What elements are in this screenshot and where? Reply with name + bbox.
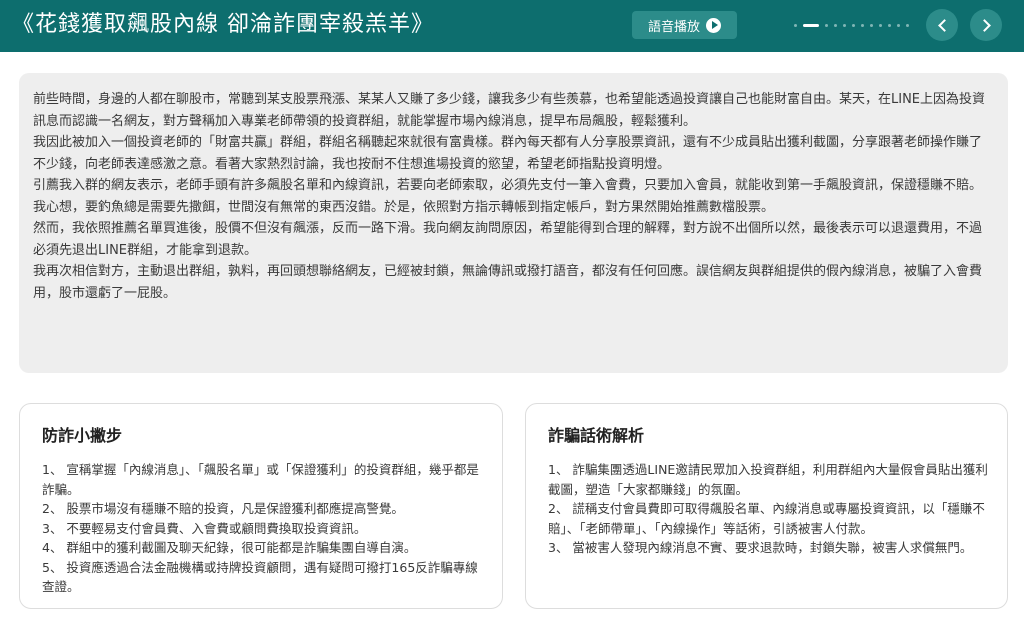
analysis-item: 3、 當被害人發現內線消息不實、要求退款時，封鎖失聯，被害人求償無門。: [548, 540, 973, 555]
story-panel: 前些時間，身邊的人都在聊股市，常聽到某支股票飛漲、某某人又賺了多少錢，讓我多少有…: [19, 73, 1008, 373]
analysis-item: 2、 謊稱支付會員費即可取得飆股名單、內線消息或專屬投資資訊，以「穩賺不賠」、「…: [548, 501, 985, 536]
page-title: 《花錢獲取飆股內線 卻淪詐團宰殺羔羊》: [12, 12, 434, 37]
header-bar: 《花錢獲取飆股內線 卻淪詐團宰殺羔羊》 語音播放: [0, 0, 1024, 52]
anti-fraud-tips-card: 防詐小撇步 1、 宣稱掌握「內線消息」、「飆股名單」或「保證獲利」的投資群組，幾…: [19, 403, 503, 609]
tips-item: 5、 投資應透過合法金融機構或持牌投資顧問，遇有疑問可撥打165反詐騙專線查證。: [42, 559, 478, 595]
tips-item: 3、 不要輕易支付會員費、入會費或顧問費換取投資資訊。: [42, 520, 367, 536]
prev-button[interactable]: [926, 9, 958, 41]
audio-play-label: 語音播放: [647, 19, 700, 35]
story-paragraph: 引薦我入群的網友表示，老師手頭有許多飆股名單和內線資訊，若要向老師索取，必須先支…: [33, 178, 983, 193]
pagination-dot[interactable]: [897, 23, 900, 27]
pagination-dots: [794, 23, 909, 27]
tips-list: 1、 宣稱掌握「內線消息」、「飆股名單」或「保證獲利」的投資群組，幾乎都是詐騙。…: [42, 460, 488, 597]
pagination-dot[interactable]: [825, 23, 828, 27]
chevron-left-icon: [937, 18, 951, 32]
story-paragraph: 我心想，要釣魚總是需要先撒餌，世間沒有無常的東西沒錯。於是，依照對方指示轉帳到指…: [33, 199, 775, 215]
pagination-dot[interactable]: [888, 23, 891, 27]
pagination-dot[interactable]: [861, 23, 864, 27]
play-circle-icon: [706, 17, 721, 33]
pagination-dot[interactable]: [879, 23, 882, 27]
scam-analysis-card: 詐騙話術解析 1、 詐騙集團透過LINE邀請民眾加入投資群組，利用群組內大量假會…: [525, 403, 1008, 609]
story-paragraph: 我再次相信對方，主動退出群組，孰料，再回頭想聯絡網友，已經被封鎖，無論傳訊或撥打…: [33, 264, 983, 301]
analysis-item: 1、 詐騙集團透過LINE邀請民眾加入投資群組，利用群組內大量假會員貼出獲利截圖…: [548, 462, 988, 497]
pagination-dot[interactable]: [852, 23, 855, 27]
story-paragraph: 我因此被加入一個投資老師的「財富共贏」群組，群組名稱聽起來就很有富貴樣。群內每天…: [33, 135, 983, 172]
next-button[interactable]: [970, 9, 1002, 41]
pagination-dot[interactable]: [906, 23, 909, 27]
pagination-dot[interactable]: [794, 23, 797, 27]
analysis-title: 詐騙話術解析: [548, 426, 645, 445]
audio-play-button[interactable]: 語音播放: [632, 11, 737, 39]
pagination-dot[interactable]: [870, 23, 873, 27]
tips-title: 防詐小撇步: [42, 426, 123, 445]
tips-item: 4、 群組中的獲利截圖及聊天紀錄，很可能都是詐騙集團自導自演。: [42, 540, 417, 555]
pagination-dot[interactable]: [843, 23, 846, 27]
story-paragraph: 然而，我依照推薦名單買進後，股價不但沒有飆漲，反而一路下滑。我向網友詢問原因，希…: [33, 221, 983, 258]
pagination-dot[interactable]: [834, 23, 837, 27]
tips-item: 2、 股票市場沒有穩賺不賠的投資，凡是保證獲利都應提高警覺。: [42, 501, 404, 516]
story-paragraph: 前些時間，身邊的人都在聊股市，常聽到某支股票飛漲、某某人又賺了多少錢，讓我多少有…: [33, 92, 986, 129]
tips-item: 1、 宣稱掌握「內線消息」、「飆股名單」或「保證獲利」的投資群組，幾乎都是詐騙。: [42, 462, 479, 497]
pagination-dot[interactable]: [803, 23, 819, 27]
chevron-right-icon: [977, 18, 991, 32]
analysis-list: 1、 詐騙集團透過LINE邀請民眾加入投資群組，利用群組內大量假會員貼出獲利截圖…: [548, 460, 993, 558]
